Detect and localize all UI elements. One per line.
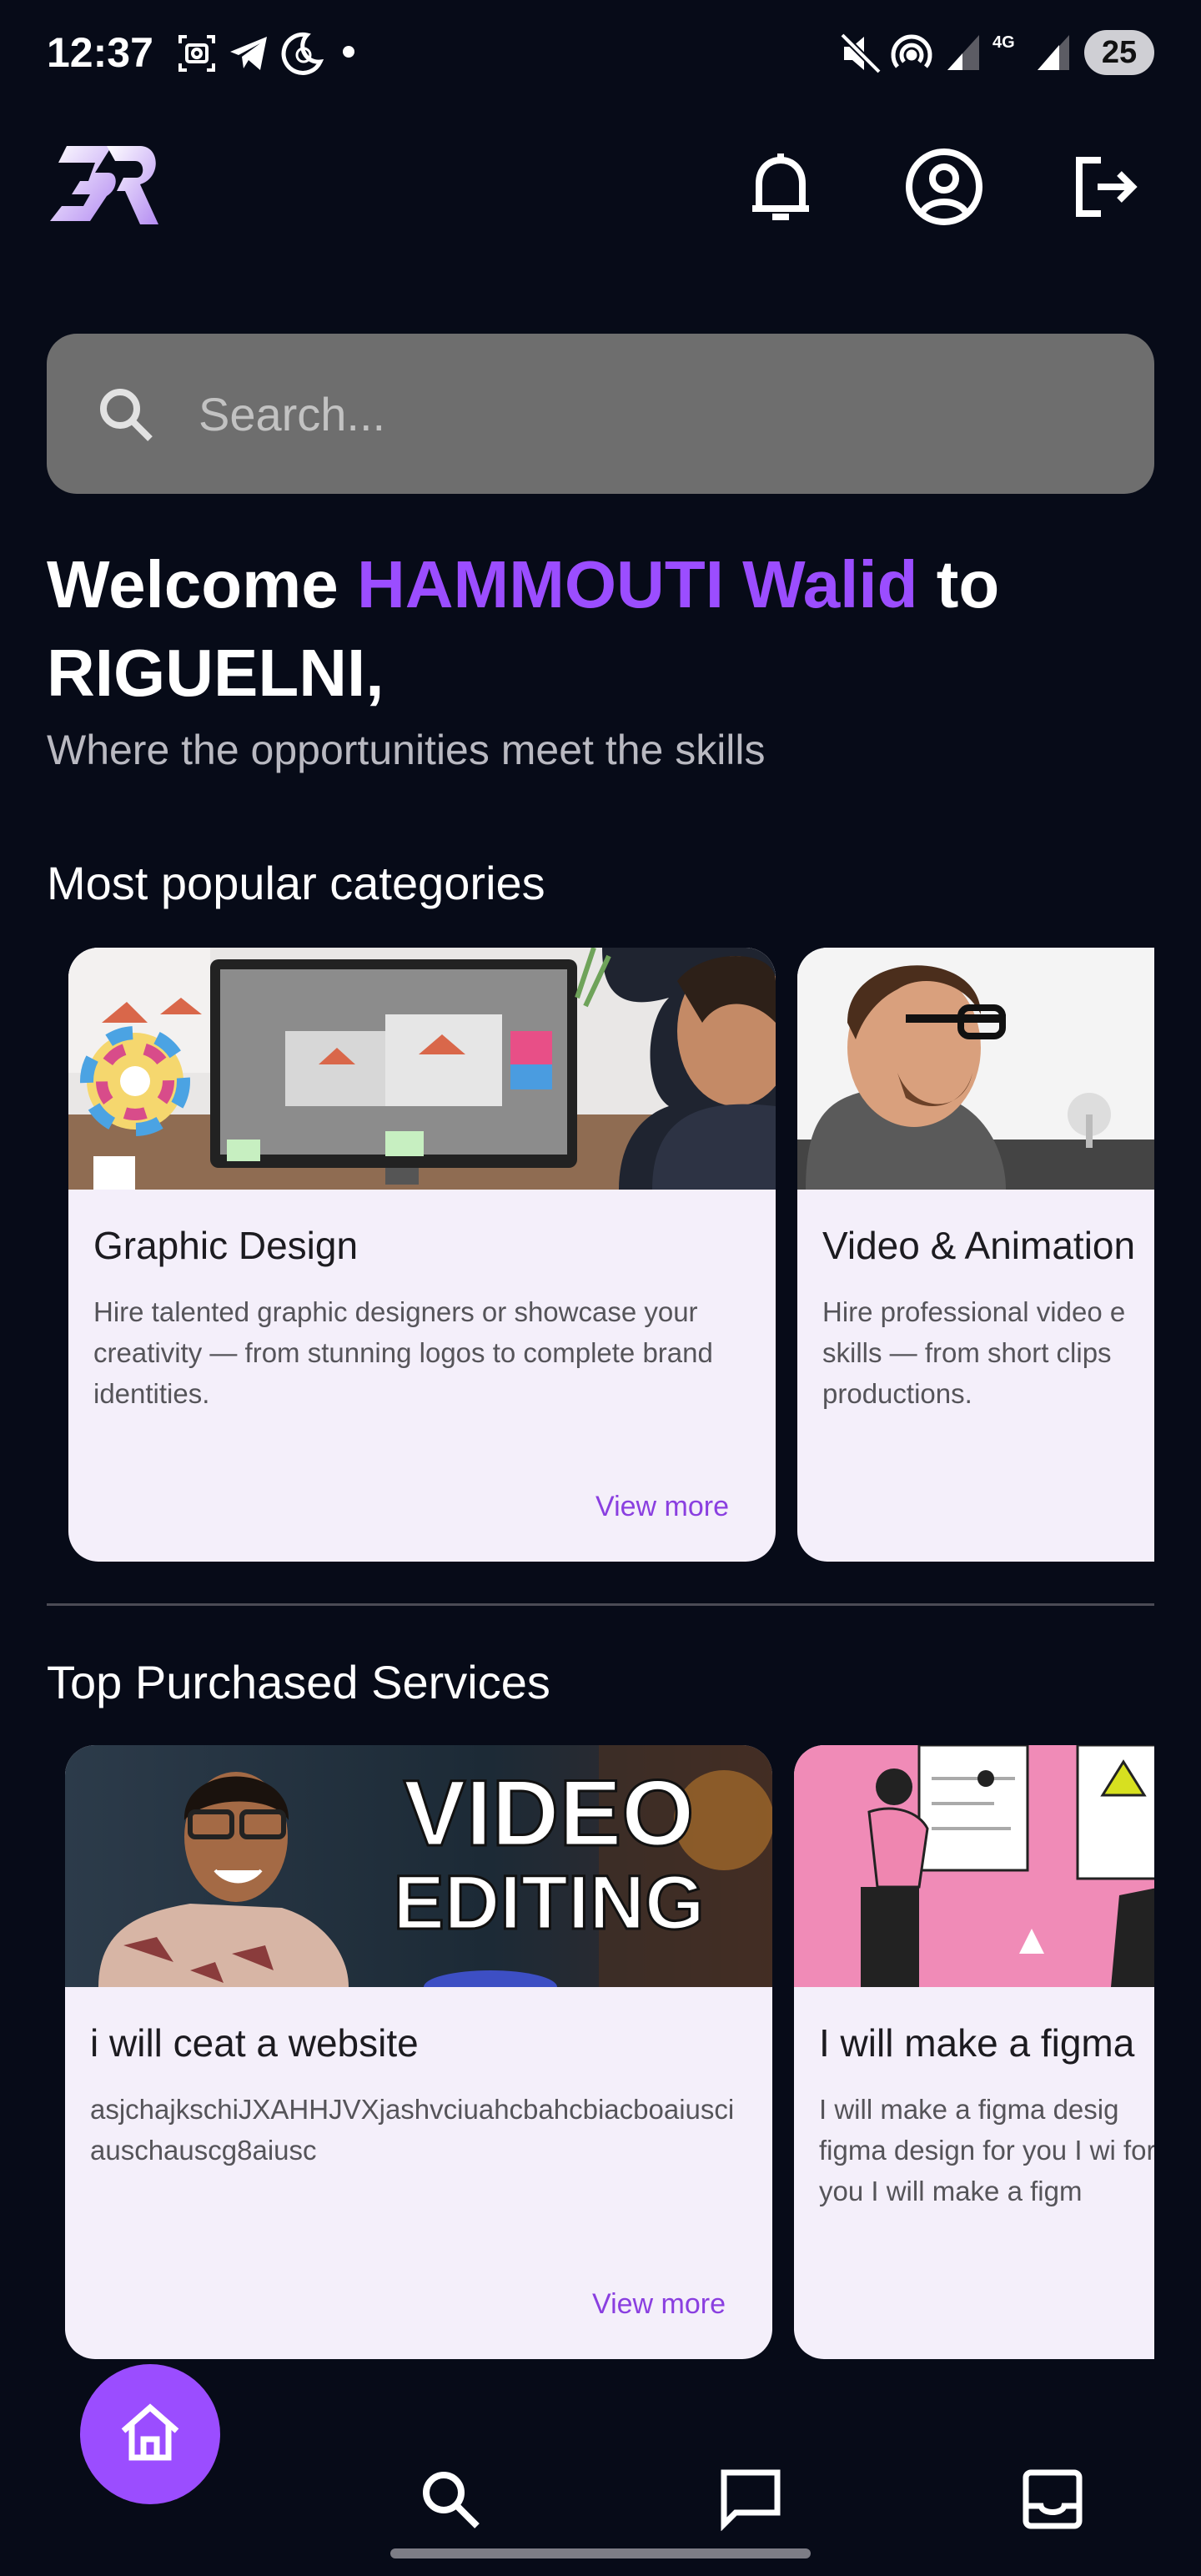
search-input[interactable]	[198, 374, 1099, 454]
video-text: VIDEO	[404, 1761, 695, 1865]
services-title: Top Purchased Services	[47, 1656, 550, 1708]
inbox-icon[interactable]	[1021, 2468, 1084, 2535]
section-divider	[47, 1603, 1154, 1606]
services-carousel[interactable]: VIDEO EDITING i will ceat a website asjc…	[47, 1745, 1154, 2379]
app-screen: 12:37 4G 25 Search... Welcome HAMMOUTI W…	[0, 0, 1201, 2576]
user-name: HAMMOUTI Walid	[357, 547, 918, 621]
logout-icon[interactable]	[1073, 155, 1139, 223]
hotspot-icon	[889, 32, 934, 81]
welcome-tagline: Where the opportunities meet the skills	[47, 727, 766, 773]
category-description: Hire professional video e skills — from …	[822, 1296, 1126, 1409]
service-card[interactable]: I will make a figma I will make a figma …	[794, 1745, 1154, 2359]
service-description: I will make a figma desig figma design f…	[819, 2094, 1154, 2206]
photo-icon	[175, 32, 219, 79]
category-description: Hire talented graphic designers or showc…	[93, 1296, 713, 1409]
telegram-icon	[227, 32, 270, 79]
welcome-title: Welcome HAMMOUTI Walid to RIGUELNI,	[47, 541, 1164, 717]
mute-icon	[839, 32, 882, 79]
service-image: VIDEO EDITING	[65, 1745, 772, 1987]
bell-icon[interactable]	[746, 147, 816, 231]
home-icon	[121, 2403, 179, 2461]
categories-title: Most popular categories	[47, 857, 545, 909]
status-bar: 12:37 4G 25	[0, 0, 1201, 108]
service-card[interactable]: VIDEO EDITING i will ceat a website asjc…	[65, 1745, 772, 2359]
signal-icon	[1034, 32, 1073, 78]
category-card[interactable]: Video & Animation Hire professional vide…	[797, 948, 1154, 1562]
network-type: 4G	[992, 33, 1015, 52]
service-title: i will ceat a website	[90, 2021, 419, 2065]
view-more-link[interactable]: View more	[592, 2288, 726, 2321]
battery-indicator: 25	[1084, 30, 1154, 75]
search-icon[interactable]	[419, 2468, 482, 2535]
category-title: Graphic Design	[93, 1224, 359, 1267]
category-card[interactable]: Graphic Design Hire talented graphic des…	[68, 948, 776, 1562]
category-image	[797, 948, 1154, 1190]
editing-text: EDITING	[393, 1860, 704, 1945]
search-bar[interactable]	[47, 334, 1154, 494]
category-image	[68, 948, 776, 1190]
chat-icon[interactable]	[719, 2468, 782, 2535]
categories-carousel[interactable]: Graphic Design Hire talented graphic des…	[47, 948, 1154, 1582]
account-icon[interactable]	[904, 147, 984, 231]
view-more-link[interactable]: View more	[595, 1491, 729, 1523]
category-title: Video & Animation	[822, 1224, 1136, 1267]
search-icon	[97, 385, 155, 448]
signal-icon	[944, 32, 982, 78]
home-indicator[interactable]	[390, 2548, 811, 2558]
welcome-prefix: Welcome	[47, 547, 357, 621]
dot-icon	[342, 45, 355, 63]
service-description: asjchajkschiJXAHHJVXjashvciuahcbahcbiacb…	[90, 2094, 735, 2166]
app-logo[interactable]	[47, 138, 163, 234]
service-image	[794, 1745, 1154, 1987]
status-time: 12:37	[47, 29, 153, 76]
home-button[interactable]	[80, 2364, 220, 2504]
moon-icon	[279, 32, 324, 81]
service-title: I will make a figma	[819, 2021, 1135, 2065]
